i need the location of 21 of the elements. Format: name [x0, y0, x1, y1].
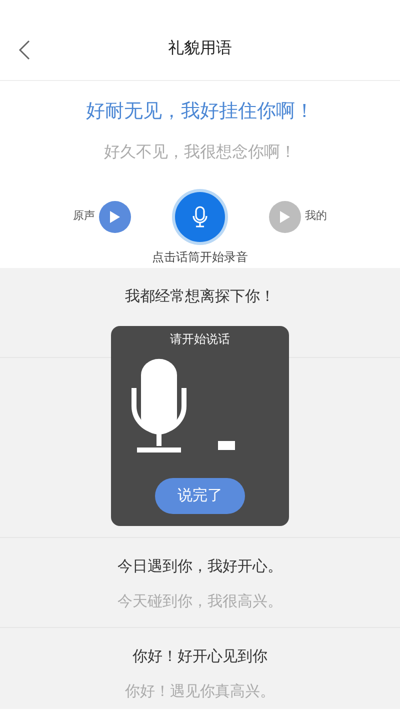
microphone-button[interactable] [175, 192, 225, 242]
translation-text: 今天碰到你，我很高兴。 [118, 591, 282, 612]
volume-bar [218, 440, 235, 450]
phrase-text: 今日遇到你，我好开心。 [118, 556, 282, 576]
done-button[interactable]: 说完了 [155, 478, 245, 514]
microphone-icon [192, 206, 208, 228]
translation-text: 好久不见，我很想念你啊！ [104, 140, 296, 162]
player-label: 原声 [73, 208, 95, 224]
translation-text: 你好！遇见你真高兴。 [125, 681, 275, 702]
player-label: 我的 [305, 208, 327, 224]
page-title: 礼貌用语 [168, 37, 232, 59]
phrase-text: 我都经常想离探下你！ [125, 286, 275, 306]
phrase-text: 好耐无见，我好挂住你啊！ [86, 99, 314, 124]
phrase-text: 你好！好开心见到你 [132, 646, 268, 666]
dialog-title: 请开始说话 [170, 330, 230, 348]
play-button[interactable] [99, 200, 131, 232]
play-icon [279, 210, 291, 224]
hint-text: 点击话筒开始录音 [152, 248, 248, 266]
back-icon[interactable] [18, 40, 30, 60]
microphone-icon [131, 358, 187, 454]
play-icon [109, 210, 121, 224]
